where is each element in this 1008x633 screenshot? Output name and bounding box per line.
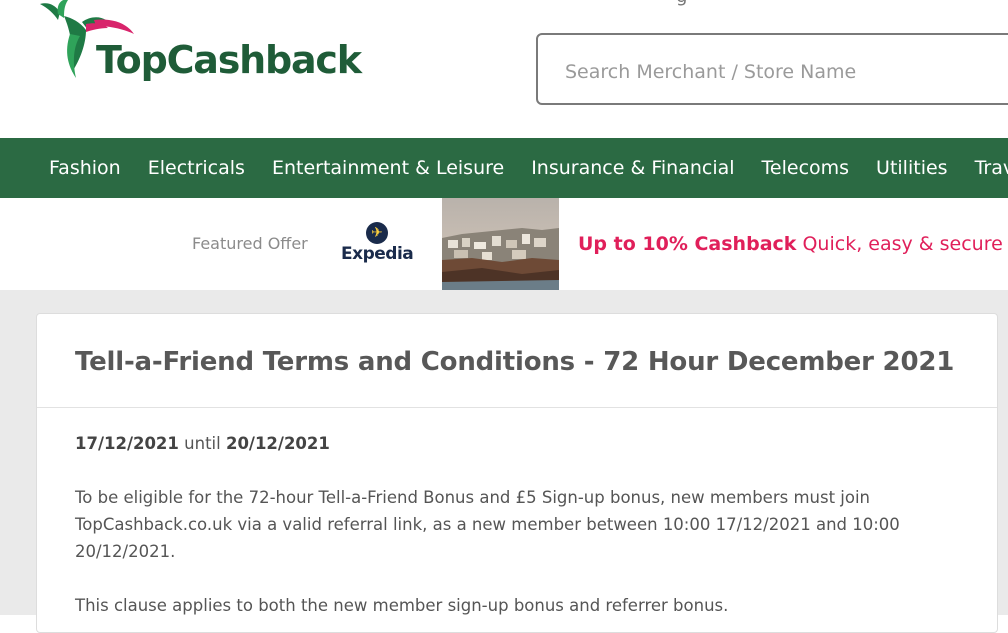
site-header: TopCashback g <box>0 0 1008 138</box>
nav-item-utilities[interactable]: Utilities <box>876 157 948 179</box>
eligibility-paragraph: To be eligible for the 72-hour Tell-a-Fr… <box>75 488 900 561</box>
search-input[interactable] <box>563 54 987 90</box>
offer-tagline: Quick, easy & secure <box>802 233 1003 255</box>
card-body: 17/12/2021 until 20/12/2021 To be eligib… <box>75 430 955 619</box>
nav-item-entertainment-leisure[interactable]: Entertainment & Leisure <box>272 157 504 179</box>
nav-item-electricals[interactable]: Electricals <box>148 157 245 179</box>
featured-offer-image[interactable] <box>442 198 559 290</box>
promotion-dates: 17/12/2021 until 20/12/2021 <box>75 430 955 457</box>
featured-offer-banner[interactable]: Featured Offer ✈ Expedia Up to 10% Cashb… <box>0 198 1008 290</box>
plane-icon: ✈ <box>366 222 388 244</box>
terms-card: Tell-a-Friend Terms and Conditions - 72 … <box>36 313 998 633</box>
nav-item-telecoms[interactable]: Telecoms <box>762 157 850 179</box>
featured-offer-label: Featured Offer <box>192 234 308 253</box>
card-header: Tell-a-Friend Terms and Conditions - 72 … <box>37 314 997 408</box>
expedia-wordmark: Expedia <box>341 244 414 264</box>
expedia-logo[interactable]: ✈ Expedia <box>339 222 419 270</box>
page-title: Tell-a-Friend Terms and Conditions - 72 … <box>75 347 955 377</box>
cut-off-text: g <box>676 0 696 6</box>
nav-item-insurance-financial[interactable]: Insurance & Financial <box>531 157 734 179</box>
end-date: 20/12/2021 <box>225 434 330 453</box>
until-label: until <box>184 434 221 453</box>
logo-wordmark: TopCashback <box>96 38 362 82</box>
category-nav: Fashion Electricals Entertainment & Leis… <box>0 138 1008 198</box>
topcashback-logo[interactable]: TopCashback <box>34 0 362 95</box>
offer-cashback-rate: Up to 10% Cashback <box>578 233 797 255</box>
nav-item-fashion[interactable]: Fashion <box>49 157 121 179</box>
featured-offer-text[interactable]: Up to 10% Cashback Quick, easy & secure <box>578 233 1003 255</box>
start-date: 17/12/2021 <box>75 434 179 453</box>
coastal-town-photo <box>442 198 559 290</box>
nav-item-travel[interactable]: Trave <box>975 157 1008 179</box>
search-box[interactable] <box>536 33 1008 105</box>
